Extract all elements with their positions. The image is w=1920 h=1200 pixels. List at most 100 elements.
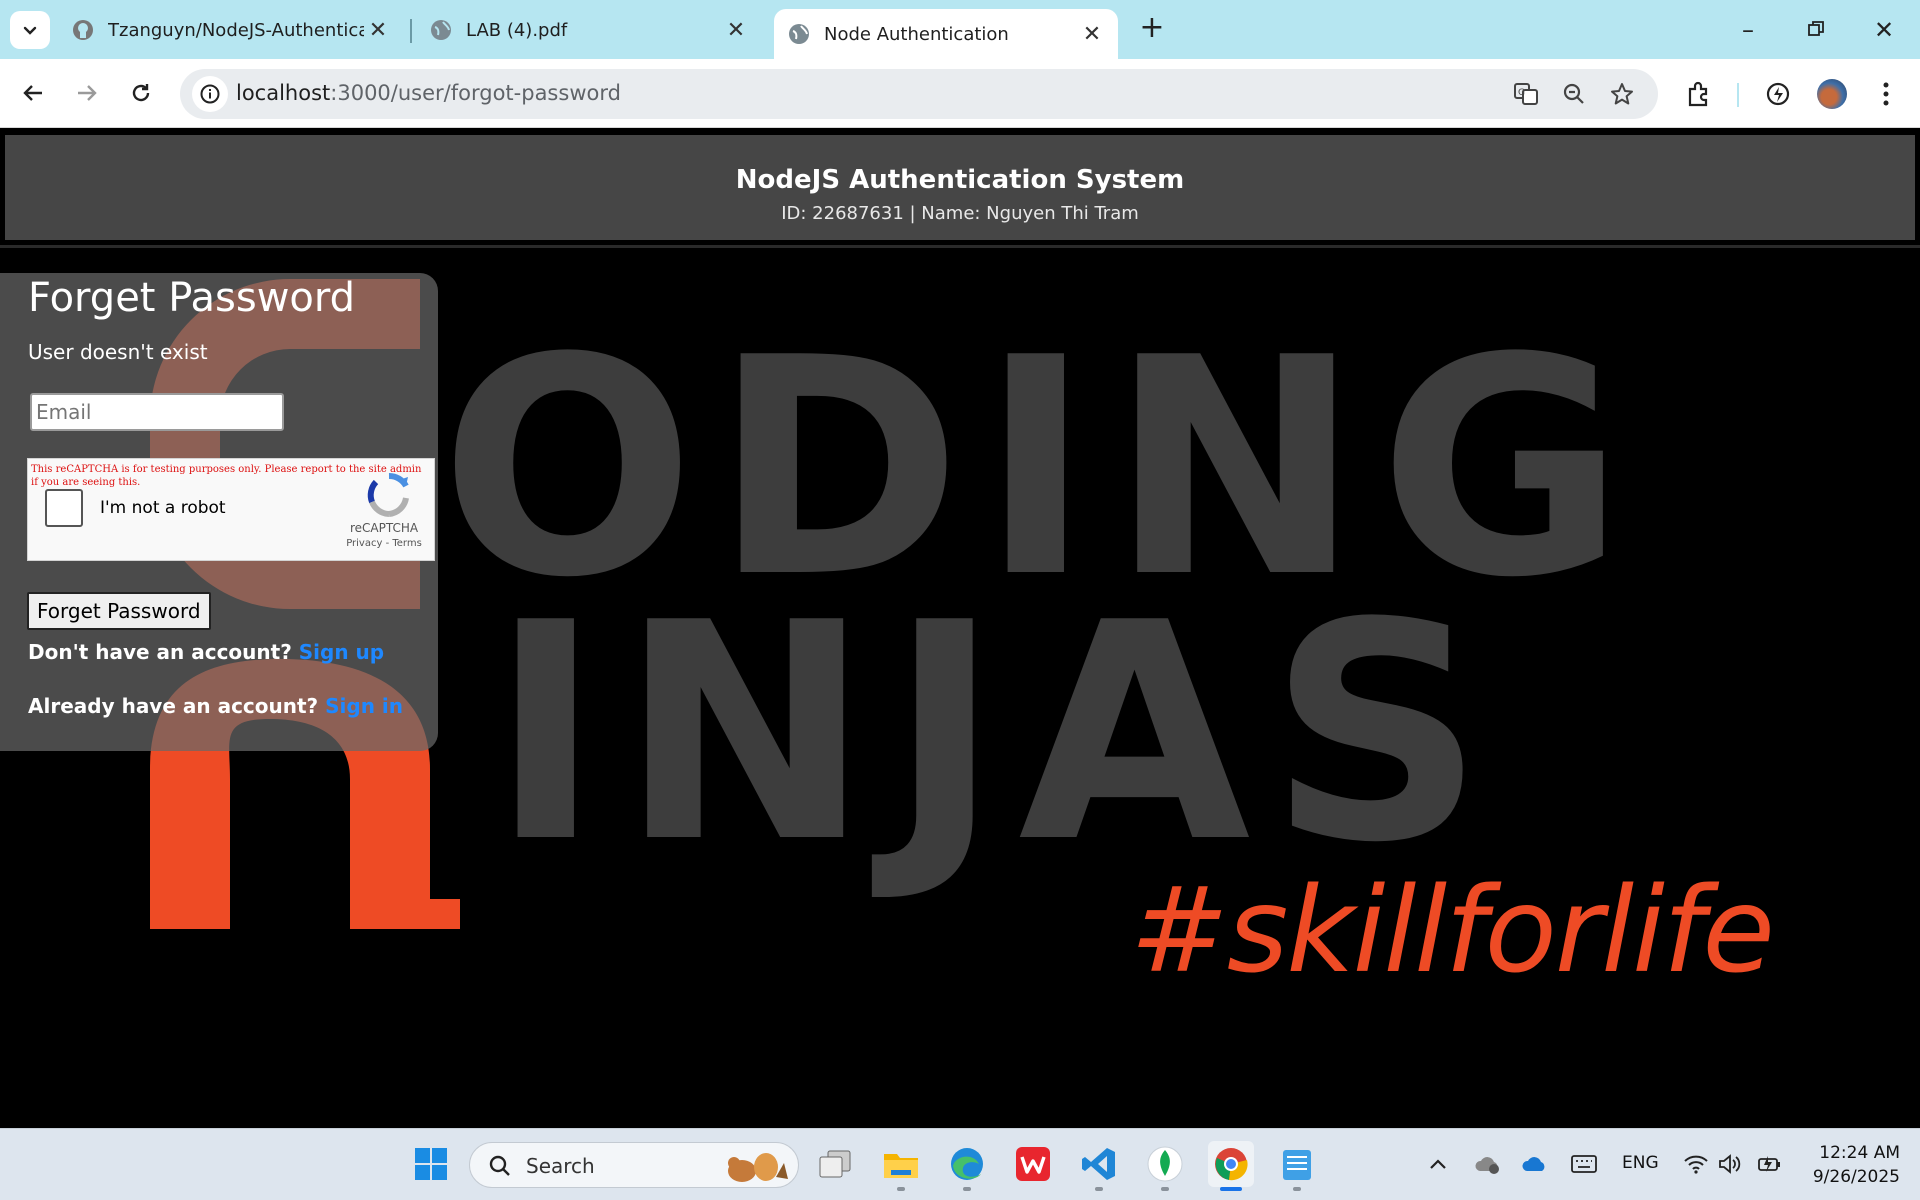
error-message: User doesn't exist [28,340,208,364]
signin-prompt-text: Already have an account? [28,694,319,718]
url-path: :3000/user/forgot-password [330,81,621,105]
page-viewport: NodeJS Authentication System ID: 2268763… [0,129,1920,1128]
running-indicator [897,1187,905,1191]
vscode-button[interactable] [1076,1141,1122,1191]
taskbar-search[interactable]: Search [469,1142,799,1188]
mongodb-button[interactable] [1142,1141,1188,1191]
taskbar-search-label: Search [526,1154,595,1178]
translate-icon[interactable]: G [1512,80,1540,108]
battery-icon[interactable] [1750,1141,1790,1187]
restore-icon [1808,21,1824,36]
close-window-button[interactable]: ✕ [1864,10,1904,50]
volume-icon[interactable] [1710,1141,1750,1187]
language-indicator[interactable]: ENG [1622,1153,1659,1173]
windows-logo-icon [415,1148,447,1180]
minimize-button[interactable]: – [1728,10,1768,50]
recaptcha-widget: This reCAPTCHA is for testing purposes o… [27,458,435,561]
notepad-button[interactable] [1274,1141,1320,1191]
folder-icon [884,1154,918,1178]
start-button[interactable] [408,1141,454,1187]
forgot-password-card: Forget Password User doesn't exist This … [0,273,438,751]
profile-avatar[interactable] [1816,78,1848,110]
bookmark-star-icon[interactable] [1608,80,1636,108]
tab-pdf[interactable]: LAB (4).pdf ✕ [416,9,762,51]
squirrel-icon [728,1153,788,1182]
notepad-icon [1283,1150,1311,1180]
tab-title: Node Authentication [824,23,1009,45]
file-explorer-button[interactable] [878,1141,924,1191]
search-icon [489,1155,510,1176]
system-clock[interactable]: 12:24 AM 9/26/2025 [1800,1141,1900,1189]
chrome-icon [1215,1148,1248,1181]
avatar [1817,79,1847,109]
menu-button[interactable] [1870,78,1902,110]
vscode-icon [1082,1148,1115,1180]
recaptcha-icon [367,472,409,517]
taskbar: Search ENG 12:24 AM 9/26/2025 [0,1128,1920,1200]
clock-time: 12:24 AM [1819,1143,1900,1163]
wps-button[interactable] [1010,1141,1056,1187]
header-divider [0,245,1920,248]
running-indicator [1095,1187,1103,1191]
close-icon[interactable]: ✕ [722,18,750,43]
tab-divider [410,19,412,43]
task-view-icon [819,1150,851,1178]
form-title: Forget Password [28,275,356,321]
onedrive-icon[interactable] [1516,1141,1556,1187]
arrow-left-icon [23,85,42,101]
email-field[interactable] [30,393,284,431]
clock-date: 9/26/2025 [1812,1167,1900,1187]
svg-text:G: G [1518,88,1525,98]
chrome-button[interactable] [1208,1141,1254,1191]
onedrive-sync-icon[interactable] [1468,1141,1508,1187]
mongodb-leaf-icon [1147,1146,1183,1182]
chevron-down-icon [23,26,37,35]
close-icon[interactable]: ✕ [1078,22,1106,47]
address-bar[interactable]: localhost:3000/user/forgot-password G [180,69,1658,119]
tab-github[interactable]: Tzanguyn/NodeJS-Authenticati ✕ [58,9,404,51]
site-subtitle: ID: 22687631 | Name: Nguyen Thi Tram [781,203,1139,224]
signin-link[interactable]: Sign in [325,694,403,718]
tray-overflow-button[interactable] [1418,1141,1458,1187]
new-tab-button[interactable]: + [1136,12,1168,46]
running-indicator [1161,1187,1169,1191]
signup-prompt-text: Don't have an account? [28,640,292,664]
chevron-up-icon [1430,1159,1446,1169]
signin-prompt: Already have an account? Sign in [28,694,403,718]
recaptcha-brand: reCAPTCHA [349,521,419,535]
edge-icon [951,1148,983,1180]
kebab-menu-icon [1883,82,1889,106]
tab-search-button[interactable] [10,11,50,49]
background-word-ninjas: INJAS [490,559,1503,908]
back-button[interactable] [14,74,52,112]
forget-password-button[interactable]: Forget Password [27,592,211,630]
browser-toolbar: localhost:3000/user/forgot-password G [0,59,1920,128]
url-text[interactable]: localhost:3000/user/forgot-password [236,81,621,105]
forward-button[interactable] [68,74,106,112]
recaptcha-terms-link[interactable]: Privacy - Terms [340,538,428,549]
signup-link[interactable]: Sign up [299,640,384,664]
extensions-icon[interactable] [1683,78,1715,110]
recaptcha-checkbox[interactable] [45,489,83,527]
toolbar-divider [1737,83,1739,107]
zoom-icon[interactable] [1560,80,1588,108]
github-icon [72,19,94,41]
recaptcha-label: I'm not a robot [100,498,226,518]
globe-icon [430,19,452,41]
edge-button[interactable] [944,1141,990,1191]
signup-prompt: Don't have an account? Sign up [28,640,384,664]
tab-strip: Tzanguyn/NodeJS-Authenticati ✕ LAB (4).p… [0,0,1920,59]
task-view-button[interactable] [812,1141,858,1187]
tab-title: Tzanguyn/NodeJS-Authenticati [108,19,364,41]
background-tagline: #skillforlife [1130,861,1775,999]
wps-office-icon [1016,1147,1050,1181]
site-info-icon[interactable] [192,76,228,112]
keyboard-icon[interactable] [1564,1141,1604,1187]
restore-button[interactable] [1796,10,1836,50]
close-icon[interactable]: ✕ [364,18,392,43]
tab-node-auth[interactable]: Node Authentication ✕ [774,9,1118,59]
reload-button[interactable] [122,74,160,112]
reload-icon [132,84,150,102]
globe-icon [788,23,810,45]
performance-icon[interactable] [1762,78,1794,110]
